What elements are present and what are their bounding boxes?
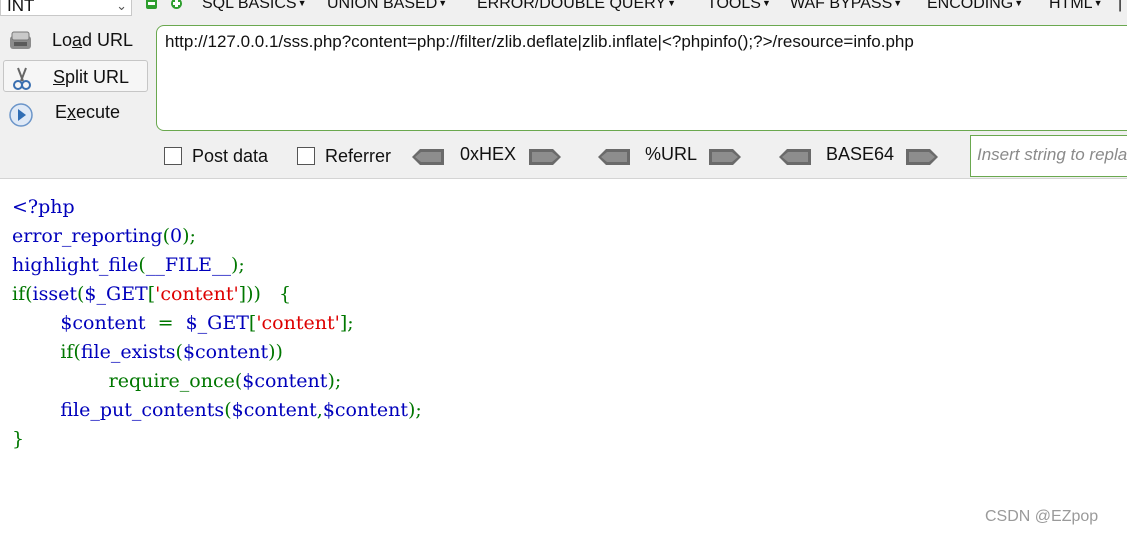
referrer-label: Referrer xyxy=(325,146,392,166)
minus-icon[interactable] xyxy=(146,0,157,9)
menu-label: ENCODING xyxy=(927,0,1014,12)
insert-string-input[interactable]: Insert string to replace xyxy=(970,135,1127,177)
caret-down-icon: ▼ xyxy=(1093,0,1103,8)
encode-hex-arrow-icon[interactable] xyxy=(527,147,563,167)
code-line-5: $content = $_GET['content']; xyxy=(60,312,354,334)
code-line-2: error_reporting(0); xyxy=(12,225,196,247)
load-url-button[interactable]: Load URL xyxy=(3,24,148,56)
menu-union-based[interactable]: UNION BASED▼ xyxy=(327,0,447,13)
menu-more[interactable]: | xyxy=(1118,0,1127,13)
code-line-9: } xyxy=(12,428,25,450)
menu-label: TOOLS xyxy=(707,0,761,12)
url-input[interactable]: http://127.0.0.1/sss.php?content=php://f… xyxy=(156,25,1127,131)
split-url-label: Split URL xyxy=(53,67,130,87)
code-line-4: if(isset($_GET['content'])) { xyxy=(12,283,292,305)
watermark: CSDN @EZpop xyxy=(985,508,1099,525)
caret-down-icon: ▼ xyxy=(893,0,903,8)
menu-waf-bypass[interactable]: WAF BYPASS▼ xyxy=(790,0,902,13)
php-source-code: <?php error_reporting(0); highlight_file… xyxy=(12,193,422,454)
menu-html[interactable]: HTML▼ xyxy=(1049,0,1102,13)
execute-label: Execute xyxy=(55,102,121,122)
decode-hex-arrow-icon[interactable] xyxy=(410,147,446,167)
caret-down-icon: ▼ xyxy=(667,0,676,8)
url-text: http://127.0.0.1/sss.php?content=php://f… xyxy=(165,32,914,51)
play-icon xyxy=(9,103,33,127)
url-encode-label: %URL xyxy=(645,144,698,164)
decode-url-arrow-icon[interactable] xyxy=(596,147,632,167)
execute-button[interactable]: Execute xyxy=(3,96,148,128)
menu-error-double-query[interactable]: ERROR/DOUBLE QUERY▼ xyxy=(477,0,676,13)
hex-label: 0xHEX xyxy=(460,144,517,164)
hackbar-menubar: INT ⌄ SQL BASICS▼ UNION BASED▼ ERROR/DOU… xyxy=(0,0,1127,17)
menu-label: ERROR/DOUBLE QUERY xyxy=(477,0,667,12)
menu-label: HTML xyxy=(1049,0,1093,12)
code-line-7: require_once($content); xyxy=(108,370,342,392)
code-line-3: highlight_file(__FILE__); xyxy=(12,254,245,276)
options-row: Post data Referrer 0xHEX %URL BASE64 xyxy=(0,143,1127,173)
code-line-6: if(file_exists($content)) xyxy=(12,341,283,363)
menu-label: SQL BASICS xyxy=(202,0,297,12)
insert-string-placeholder: Insert string to replace xyxy=(977,145,1127,164)
plus-icon[interactable] xyxy=(171,0,182,9)
hackbar-panel: INT ⌄ SQL BASICS▼ UNION BASED▼ ERROR/DOU… xyxy=(0,0,1127,179)
load-url-icon xyxy=(10,31,31,49)
post-data-checkbox[interactable] xyxy=(164,147,182,165)
menu-sql-basics[interactable]: SQL BASICS▼ xyxy=(202,0,306,13)
post-data-label: Post data xyxy=(192,146,269,166)
scissors-icon xyxy=(13,67,31,90)
caret-down-icon: ▼ xyxy=(761,0,771,8)
caret-down-icon: ▼ xyxy=(1014,0,1024,8)
encode-url-arrow-icon[interactable] xyxy=(707,147,743,167)
menu-label: WAF BYPASS xyxy=(790,0,893,12)
chevron-down-icon: ⌄ xyxy=(116,0,127,13)
code-line-8: file_put_contents($content,$content); xyxy=(60,399,422,421)
menu-encoding[interactable]: ENCODING▼ xyxy=(927,0,1023,13)
base64-label: BASE64 xyxy=(826,144,895,164)
menu-label: UNION BASED xyxy=(327,0,438,12)
type-select-value: INT xyxy=(7,0,35,15)
code-line-1: <?php xyxy=(12,196,75,218)
encode-base64-arrow-icon[interactable] xyxy=(904,147,940,167)
decode-base64-arrow-icon[interactable] xyxy=(777,147,813,167)
load-url-label: Load URL xyxy=(52,30,134,50)
referrer-checkbox[interactable] xyxy=(297,147,315,165)
split-url-button[interactable]: Split URL xyxy=(3,60,148,92)
caret-down-icon: ▼ xyxy=(438,0,448,8)
type-select[interactable]: INT ⌄ xyxy=(0,0,132,16)
menu-tools[interactable]: TOOLS▼ xyxy=(707,0,771,13)
caret-down-icon: ▼ xyxy=(297,0,307,8)
